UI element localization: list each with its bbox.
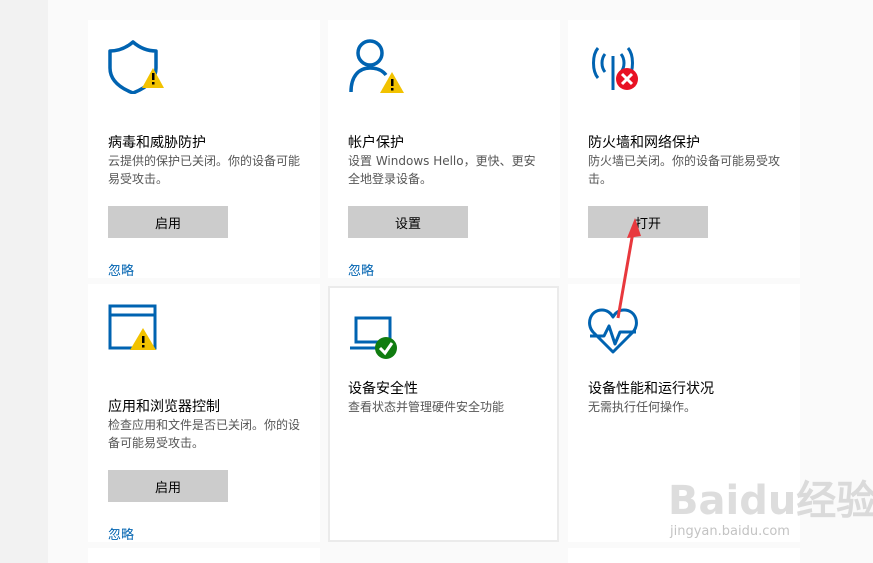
tile-app-browser-control[interactable]: 应用和浏览器控制 检查应用和文件是否已关闭。你的设备可能易受攻击。 启用 忽略 [88, 284, 320, 543]
tile-description: 查看状态并管理硬件安全功能 [348, 400, 505, 414]
tile-title: 病毒和威胁防护 [108, 135, 206, 151]
tile-title: 防火墙和网络保护 [588, 135, 700, 151]
tile-description: 防火墙已关闭。你的设备可能易受攻击。 [588, 154, 781, 186]
tile-description: 云提供的保护已关闭。你的设备可能易受攻击。 [108, 154, 301, 186]
turn-on-button[interactable]: 打开 [588, 206, 708, 238]
enable-button[interactable]: 启用 [108, 470, 228, 502]
tile-partial [88, 548, 320, 563]
tile-description: 设置 Windows Hello，更快、更安全地登录设备。 [348, 154, 536, 186]
antenna-error-icon [592, 47, 638, 90]
shield-warning-icon [108, 40, 164, 94]
tile-description: 检查应用和文件是否已关闭。你的设备可能易受攻击。 [108, 418, 301, 450]
heart-pulse-icon [588, 308, 638, 354]
laptop-check-icon [350, 316, 397, 359]
tile-title: 帐户保护 [348, 135, 404, 151]
setup-button[interactable]: 设置 [348, 206, 468, 238]
window-warning-icon [108, 304, 157, 350]
ignore-link[interactable]: 忽略 [108, 260, 134, 279]
tile-virus-threat-protection[interactable]: 病毒和威胁防护 云提供的保护已关闭。你的设备可能易受攻击。 启用 忽略 [88, 20, 320, 279]
tile-title: 设备性能和运行状况 [588, 381, 714, 397]
watermark-url: jingyan.baidu.com [670, 524, 790, 539]
left-strip [0, 0, 48, 563]
watermark: Baidu经验 jingyan.baidu.com [668, 468, 873, 560]
ignore-link[interactable]: 忽略 [108, 524, 134, 543]
enable-button[interactable]: 启用 [108, 206, 228, 238]
tile-title: 设备安全性 [348, 381, 418, 397]
tile-device-security[interactable]: 设备安全性 查看状态并管理硬件安全功能 [328, 286, 559, 542]
tile-title: 应用和浏览器控制 [108, 399, 220, 415]
watermark-logo: Baidu经验 [668, 478, 873, 524]
tile-firewall-network-protection[interactable]: 防火墙和网络保护 防火墙已关闭。你的设备可能易受攻击。 打开 [568, 20, 800, 278]
ignore-link[interactable]: 忽略 [348, 260, 374, 279]
tile-account-protection[interactable]: 帐户保护 设置 Windows Hello，更快、更安全地登录设备。 设置 忽略 [328, 20, 560, 279]
person-warning-icon [349, 39, 404, 93]
tile-description: 无需执行任何操作。 [588, 400, 697, 414]
